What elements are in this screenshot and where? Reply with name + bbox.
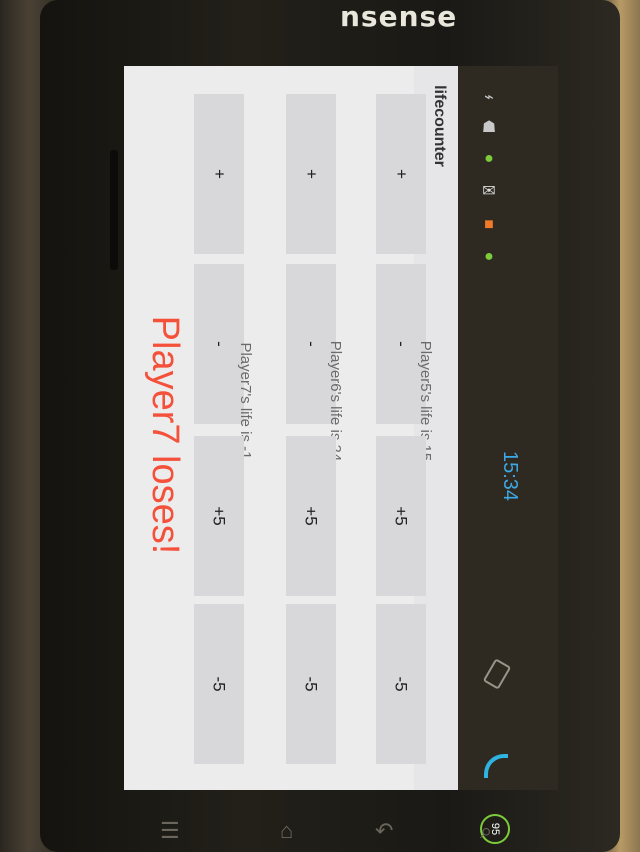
player5-plus-button[interactable]: + xyxy=(376,94,426,254)
soft-keys: ☰ ⌂ ↶ ⌕ xyxy=(150,800,530,850)
menu-icon[interactable]: ☰ xyxy=(160,818,180,844)
player6-plus-button[interactable]: + xyxy=(286,94,336,254)
mail-icon: ✉ xyxy=(482,183,496,200)
app-title: lifecounter xyxy=(431,85,448,167)
android-market-icon: ● xyxy=(484,248,494,265)
app-icon: ■ xyxy=(484,216,494,233)
player7-plus5-button[interactable]: +5 xyxy=(194,436,244,596)
usb-icon: ⌁ xyxy=(484,89,494,106)
player7-plus-button[interactable]: + xyxy=(194,94,244,254)
clock: 15:34 xyxy=(499,450,521,502)
home-icon[interactable]: ⌂ xyxy=(280,818,293,844)
app-screen: lifecounter + - Player5's life is 15 +5 … xyxy=(124,66,458,790)
player5-plus5-button[interactable]: +5 xyxy=(376,436,426,596)
player6-minus5-button[interactable]: -5 xyxy=(286,604,336,764)
android-icon: ☗ xyxy=(481,119,497,136)
loses-message: Player7 loses! xyxy=(144,315,186,555)
player6-plus5-button[interactable]: +5 xyxy=(286,436,336,596)
brand-logo: nsense xyxy=(340,0,458,33)
status-bar: ⌁ ☗ ● ✉ ■ ● 15:34 95 xyxy=(458,66,558,844)
back-icon[interactable]: ↶ xyxy=(375,818,393,844)
player5-minus5-button[interactable]: -5 xyxy=(376,604,426,764)
wifi-icon xyxy=(484,754,508,778)
volume-button[interactable] xyxy=(110,150,118,270)
rotate-icon xyxy=(482,658,512,690)
search-icon[interactable]: ⌕ xyxy=(480,818,492,844)
player7-minus5-button[interactable]: -5 xyxy=(194,604,244,764)
sync-icon: ● xyxy=(484,150,494,167)
